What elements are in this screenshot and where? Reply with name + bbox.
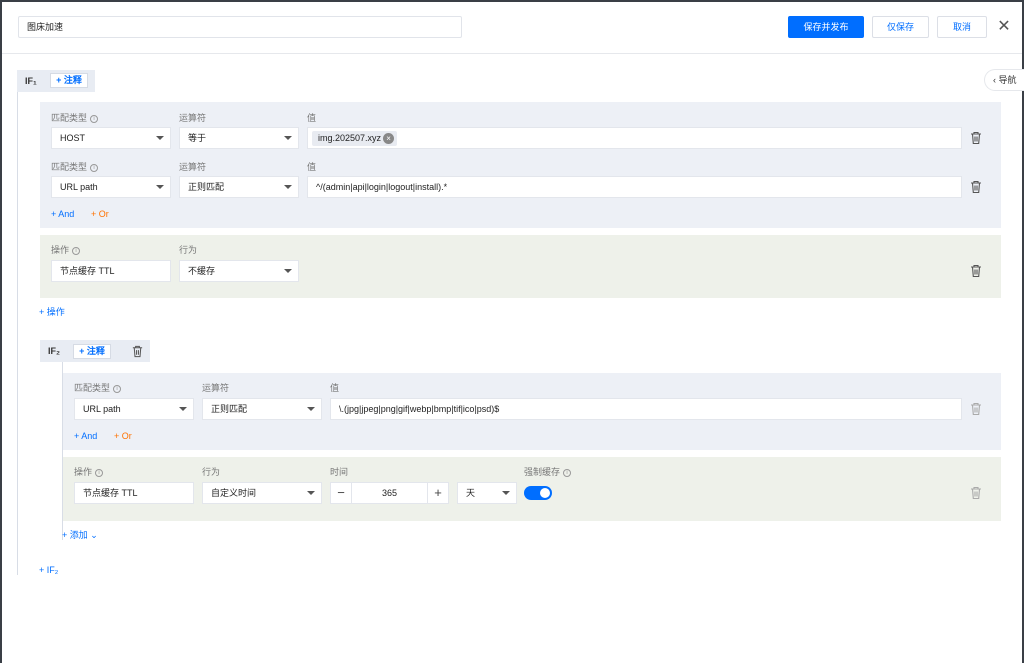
- info-icon: i: [95, 468, 104, 477]
- chevron-down-icon: ⌄: [90, 530, 98, 540]
- increment-button[interactable]: +: [427, 482, 449, 504]
- action-label: 操作 i: [51, 244, 81, 256]
- behavior-label: 行为: [179, 245, 198, 255]
- toggle-knob: [540, 488, 550, 498]
- value-input[interactable]: \.(jpg|jpeg|png|gif|webp|bmp|tif|ico|psd…: [330, 398, 962, 420]
- caret-down-icon: [156, 185, 164, 189]
- trash-icon[interactable]: [969, 131, 983, 145]
- match-type-select[interactable]: URL path: [51, 176, 171, 198]
- match-type-label: 匹配类型 i: [74, 382, 122, 394]
- add-if-link[interactable]: + IF₂: [39, 565, 58, 575]
- add-dropdown-link[interactable]: + 添加 ⌄: [62, 528, 98, 541]
- time-value-input[interactable]: 365: [351, 482, 428, 504]
- operator-select[interactable]: 正则匹配: [179, 176, 299, 198]
- chevron-left-icon: ‹: [993, 75, 996, 85]
- caret-down-icon: [502, 491, 510, 495]
- save-only-button[interactable]: 仅保存: [872, 16, 929, 38]
- trash-icon[interactable]: [969, 486, 983, 500]
- match-type-select[interactable]: HOST: [51, 127, 171, 149]
- operator-label: 运算符: [179, 162, 207, 172]
- behavior-select[interactable]: 自定义时间: [202, 482, 322, 504]
- caret-down-icon: [284, 136, 292, 140]
- value-input[interactable]: img.202507.xyz ×: [307, 127, 962, 149]
- match-type-select[interactable]: URL path: [74, 398, 194, 420]
- trash-icon[interactable]: [969, 264, 983, 278]
- caret-down-icon: [307, 407, 315, 411]
- time-unit-select[interactable]: 天: [457, 482, 517, 504]
- trash-icon[interactable]: [131, 345, 144, 358]
- value-label: 值: [307, 162, 317, 172]
- decrement-button[interactable]: −: [330, 482, 352, 504]
- value-label: 值: [330, 383, 340, 393]
- action-label: 操作 i: [74, 466, 104, 478]
- caret-down-icon: [284, 185, 292, 189]
- caret-down-icon: [284, 269, 292, 273]
- add-or-condition-link[interactable]: + Or: [114, 431, 132, 441]
- caret-down-icon: [179, 407, 187, 411]
- info-icon: i: [72, 246, 81, 255]
- value-tag: img.202507.xyz ×: [312, 131, 398, 146]
- info-icon: i: [90, 114, 99, 123]
- add-and-condition-link[interactable]: + And: [74, 431, 97, 441]
- info-icon: i: [113, 384, 122, 393]
- caret-down-icon: [307, 491, 315, 495]
- if1-label: IF₁: [25, 76, 37, 86]
- if2-add-note-button[interactable]: + 注释: [73, 344, 111, 359]
- operator-label: 运算符: [202, 383, 230, 393]
- caret-down-icon: [156, 136, 164, 140]
- operator-select[interactable]: 正则匹配: [202, 398, 322, 420]
- value-input[interactable]: ^/(admin|api|login|logout|install).*: [307, 176, 962, 198]
- match-type-label: 匹配类型 i: [51, 161, 99, 173]
- trash-icon[interactable]: [969, 180, 983, 194]
- if1-add-note-button[interactable]: + 注释: [50, 73, 88, 88]
- rule-name-input[interactable]: 图床加速: [18, 16, 462, 38]
- window-border-left: [0, 0, 2, 663]
- action-field[interactable]: 节点缓存 TTL: [74, 482, 194, 504]
- close-icon[interactable]: ✕: [994, 17, 1014, 37]
- operator-select[interactable]: 等于: [179, 127, 299, 149]
- match-type-label: 匹配类型 i: [51, 112, 99, 124]
- if1-guide-line: [17, 91, 18, 575]
- time-label: 时间: [330, 467, 349, 477]
- operator-label: 运算符: [179, 113, 207, 123]
- info-icon: i: [563, 468, 572, 477]
- cancel-button[interactable]: 取消: [937, 16, 987, 38]
- add-action-link[interactable]: + 操作: [39, 305, 65, 318]
- nav-button[interactable]: ‹ 导航: [984, 69, 1024, 91]
- action-field[interactable]: 节点缓存 TTL: [51, 260, 171, 282]
- nav-label: 导航: [998, 75, 1017, 85]
- force-cache-label: 强制缓存 i: [524, 466, 572, 478]
- remove-tag-icon[interactable]: ×: [383, 133, 395, 144]
- save-publish-button[interactable]: 保存并发布: [788, 16, 864, 38]
- value-label: 值: [307, 113, 317, 123]
- force-cache-toggle[interactable]: [524, 486, 552, 500]
- add-or-condition-link[interactable]: + Or: [91, 209, 109, 219]
- if2-label: IF₂: [48, 346, 60, 356]
- trash-icon[interactable]: [969, 402, 983, 416]
- behavior-label: 行为: [202, 467, 221, 477]
- info-icon: i: [90, 163, 99, 172]
- add-and-condition-link[interactable]: + And: [51, 209, 74, 219]
- behavior-select[interactable]: 不缓存: [179, 260, 299, 282]
